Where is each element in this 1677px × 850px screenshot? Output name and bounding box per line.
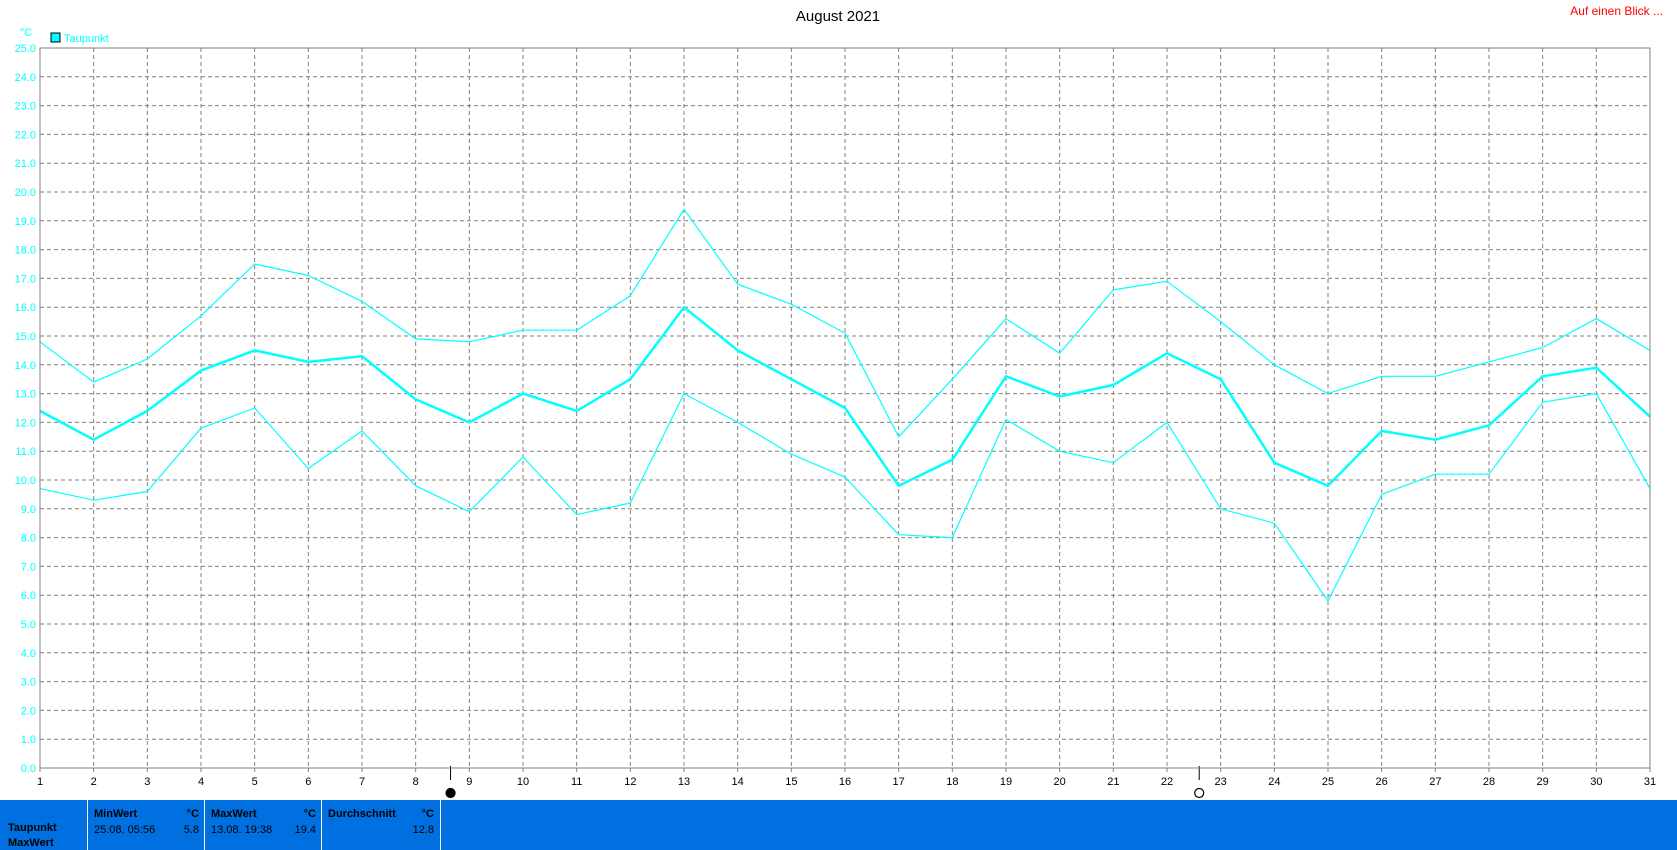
x-tick-label: 21: [1107, 776, 1119, 788]
y-tick-label: 12.0: [15, 417, 36, 429]
x-tick-label: 19: [1000, 776, 1012, 788]
x-tick-label: 11: [571, 776, 582, 788]
y-tick-label: 0.0: [21, 763, 36, 775]
y-unit-label: °C: [20, 27, 32, 39]
y-axis-ticks: 0.0 1.0 2.0 3.0 4.0 5.0 6.0 7.0 8.0 9.0 10.0 11.0 12…: [15, 43, 36, 775]
x-tick-label: 18: [946, 776, 958, 788]
min-header: MinWert: [94, 808, 138, 820]
x-tick-label: 6: [305, 776, 311, 788]
y-tick-label: 7.0: [21, 561, 36, 573]
x-tick-label: 25: [1322, 776, 1334, 788]
x-tick-label: 23: [1215, 776, 1227, 788]
min-unit: °C: [186, 808, 199, 820]
min-when: 25.08. 05:56: [94, 824, 156, 836]
y-tick-label: 6.0: [21, 590, 36, 602]
full-moon-icon: [1194, 787, 1205, 799]
x-tick-label: 9: [466, 776, 472, 788]
y-tick-label: 1.0: [21, 734, 36, 746]
x-tick-label: 2: [91, 776, 97, 788]
x-tick-label: 27: [1429, 776, 1441, 788]
y-tick-label: 25.0: [15, 43, 36, 55]
max-header: MaxWert: [211, 808, 257, 820]
x-tick-label: 17: [893, 776, 905, 788]
min-value: 5.8: [183, 824, 199, 836]
x-tick-label: 10: [517, 776, 529, 788]
y-tick-label: 18.0: [15, 245, 36, 257]
moon-markers: [445, 766, 1205, 799]
y-tick-label: 5.0: [21, 619, 36, 631]
chart-title: August 2021: [796, 8, 880, 25]
dewpoint-chart: August 2021 °C Taupunkt 0.0 1.0 2.0 3.0 4.0 5…: [15, 8, 1656, 799]
y-tick-label: 10.0: [15, 475, 36, 487]
stats-max-cell: MaxWert °C 13.08. 19:38 19.4: [204, 800, 322, 850]
y-tick-label: 4.0: [21, 648, 36, 660]
x-tick-label: 16: [839, 776, 851, 788]
y-tick-label: 9.0: [21, 504, 36, 516]
y-tick-label: 11.0: [15, 446, 36, 458]
y-tick-label: 21.0: [15, 158, 36, 170]
legend-swatch: [50, 32, 61, 43]
y-tick-label: 16.0: [15, 302, 36, 314]
stats-panel: Taupunkt MaxWert MinWert °C 25.08. 05:56…: [0, 800, 1677, 850]
row-label-taupunkt: Taupunkt: [8, 822, 57, 834]
x-tick-label: 22: [1161, 776, 1173, 788]
x-tick-label: 8: [413, 776, 419, 788]
max-value: 19.4: [294, 824, 316, 836]
y-tick-label: 23.0: [15, 101, 36, 113]
x-tick-label: 1: [37, 776, 43, 788]
y-tick-label: 13.0: [15, 389, 36, 401]
y-tick-label: 8.0: [21, 533, 36, 545]
x-tick-label: 30: [1590, 776, 1602, 788]
y-tick-label: 19.0: [15, 216, 36, 228]
y-tick-label: 15.0: [15, 331, 36, 343]
avg-value: 12.8: [412, 824, 434, 836]
x-tick-label: 20: [1054, 776, 1066, 788]
overview-link[interactable]: Auf einen Blick ...: [1570, 4, 1663, 18]
y-tick-label: 2.0: [21, 705, 36, 717]
y-tick-label: 17.0: [15, 273, 36, 285]
x-tick-label: 29: [1537, 776, 1549, 788]
y-tick-label: 24.0: [15, 72, 36, 84]
avg-header: Durchschnitt: [328, 808, 396, 820]
x-tick-label: 28: [1483, 776, 1495, 788]
y-tick-label: 14.0: [15, 360, 36, 372]
stats-avg-cell: Durchschnitt °C 12.8: [321, 800, 441, 850]
x-tick-label: 24: [1268, 776, 1280, 788]
max-when: 13.08. 19:38: [211, 824, 273, 836]
x-tick-label: 3: [144, 776, 150, 788]
y-tick-label: 20.0: [15, 187, 36, 199]
x-tick-label: 5: [252, 776, 258, 788]
x-tick-label: 4: [198, 776, 204, 788]
x-axis-ticks: 1 2 3 4 5 6 7 8 9 10 11 12 13 14 15 16 17 18 19 20 21 22 23 24 2…: [37, 768, 1656, 788]
stats-min-cell: MinWert °C 25.08. 05:56 5.8: [87, 800, 205, 850]
stats-row-labels: Taupunkt MaxWert: [0, 800, 87, 850]
max-unit: °C: [303, 808, 316, 820]
avg-unit: °C: [421, 808, 434, 820]
x-tick-label: 15: [785, 776, 797, 788]
new-moon-icon: [445, 787, 456, 799]
y-tick-label: 22.0: [15, 129, 36, 141]
x-tick-label: 7: [359, 776, 365, 788]
y-tick-label: 3.0: [21, 677, 36, 689]
x-tick-label: 31: [1644, 776, 1656, 788]
x-tick-label: 14: [732, 776, 744, 788]
x-tick-label: 12: [624, 776, 636, 788]
legend-label: Taupunkt: [64, 33, 109, 45]
x-tick-label: 13: [678, 776, 690, 788]
x-tick-label: 26: [1376, 776, 1388, 788]
row-label-maxwert: MaxWert: [8, 837, 54, 849]
